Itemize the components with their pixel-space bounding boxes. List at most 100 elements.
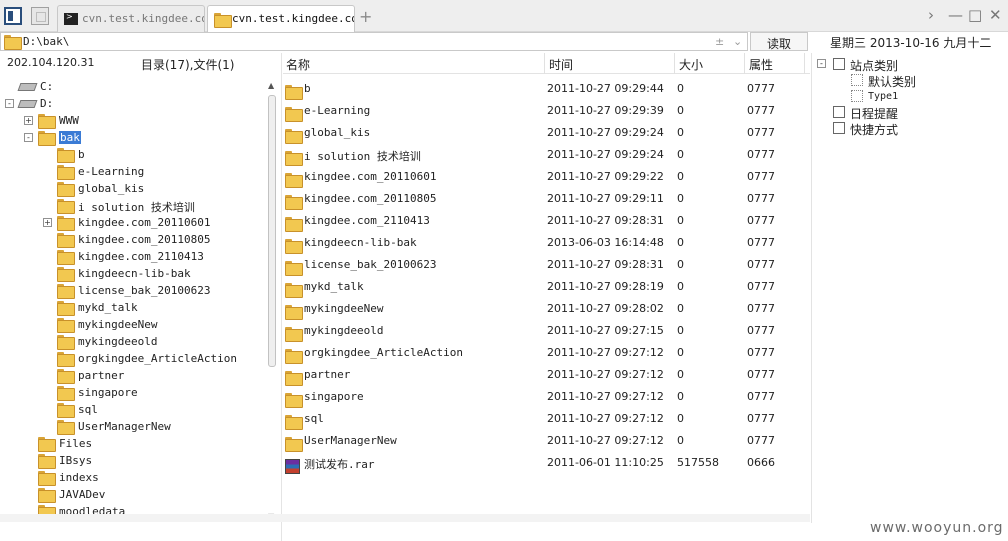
tree-item[interactable]: singapore <box>0 385 264 402</box>
category-item[interactable]: 日程提醒 <box>812 105 1002 121</box>
file-row[interactable]: 测试发布.rar 2011-06-01 11:10:25 517558 0666 <box>283 451 810 474</box>
file-row[interactable]: UserManagerNew 2011-10-27 09:27:12 0 0777 <box>283 429 810 452</box>
file-row[interactable]: license_bak_20100623 2011-10-27 09:28:31 0… <box>283 253 810 276</box>
file-row[interactable]: partner 2011-10-27 09:27:12 0 0777 <box>283 363 810 386</box>
category-item[interactable]: 快捷方式 <box>812 121 1002 137</box>
file-row[interactable]: e-Learning 2011-10-27 09:29:39 0 0777 <box>283 99 810 122</box>
tree-item[interactable]: C: <box>0 79 264 96</box>
minimize-icon[interactable]: — <box>948 6 963 24</box>
scroll-up-icon[interactable]: ▲ <box>268 81 274 90</box>
column-time[interactable]: 时间 <box>549 56 573 73</box>
collapse-icon[interactable]: - <box>5 99 14 108</box>
tree-item[interactable]: + WWW <box>0 113 264 130</box>
tree-item[interactable]: global_kis <box>0 181 264 198</box>
file-name: kingdeecn-lib-bak <box>304 236 417 249</box>
file-time: 2011-10-27 09:28:31 <box>547 258 664 271</box>
category-item[interactable]: - 站点类别 <box>812 57 1002 73</box>
tree-item-label: mykingdeeNew <box>78 318 158 331</box>
tree-item[interactable]: i solution 技术培训 <box>0 198 264 215</box>
tree-item[interactable]: JAVADev <box>0 487 264 504</box>
site-category-panel: - 站点类别 默认类别 Type1 日程提醒 快捷方式 <box>811 53 1008 523</box>
new-window-icon[interactable] <box>31 7 49 25</box>
folder-icon <box>38 488 56 504</box>
tree-item[interactable]: mykingdeeold <box>0 334 264 351</box>
tree-item[interactable]: e-Learning <box>0 164 264 181</box>
file-size: 517558 <box>677 456 719 469</box>
tree-item[interactable]: b <box>0 147 264 164</box>
tab-terminal[interactable]: cvn.test.kingdee.com <box>57 5 205 32</box>
tree-item[interactable]: license_bak_20100623 <box>0 283 264 300</box>
folder-icon <box>57 165 75 181</box>
column-size[interactable]: 大小 <box>679 56 703 73</box>
file-time: 2011-10-27 09:27:12 <box>547 412 664 425</box>
tree-item[interactable]: UserManagerNew <box>0 419 264 436</box>
tree-item[interactable]: - bak <box>0 130 264 147</box>
file-row[interactable]: singapore 2011-10-27 09:27:12 0 0777 <box>283 385 810 408</box>
tree-item[interactable]: sql <box>0 402 264 419</box>
horizontal-scrollbar[interactable] <box>0 514 810 522</box>
file-row[interactable]: mykd_talk 2011-10-27 09:28:19 0 0777 <box>283 275 810 298</box>
file-row[interactable]: orgkingdee_ArticleAction 2011-10-27 09:27… <box>283 341 810 364</box>
collapse-icon[interactable]: - <box>24 133 33 142</box>
tree-item[interactable]: mykd_talk <box>0 300 264 317</box>
maximize-icon[interactable]: □ <box>968 6 982 24</box>
tree-item[interactable]: indexs <box>0 470 264 487</box>
category-item[interactable]: 默认类别 <box>812 73 1002 89</box>
tree-item[interactable]: IBsys <box>0 453 264 470</box>
category-item[interactable]: Type1 <box>812 89 1002 105</box>
read-button[interactable]: 读取 <box>750 32 808 51</box>
folder-icon <box>57 403 75 419</box>
folder-icon <box>57 301 75 317</box>
file-list: 名称 时间 大小 属性 b 2011-10-27 09:29:44 0 0777 e-L… <box>283 53 810 523</box>
tab-file-manager[interactable]: cvn.test.kingdee.com <box>207 5 355 33</box>
tab-label: cvn.test.kingdee.com <box>82 12 205 25</box>
add-tab-icon[interactable]: + <box>359 7 372 26</box>
tree-item[interactable]: orgkingdee_ArticleAction <box>0 351 264 368</box>
scroll-thumb[interactable] <box>268 95 276 367</box>
app-menu-icon[interactable] <box>4 7 22 25</box>
tree-item-label: UserManagerNew <box>78 420 171 433</box>
tree-item[interactable]: Files <box>0 436 264 453</box>
column-name[interactable]: 名称 <box>286 56 310 73</box>
column-attr[interactable]: 属性 <box>749 56 773 73</box>
file-row[interactable]: kingdee.com_2110413 2011-10-27 09:28:31 0 0… <box>283 209 810 232</box>
file-row[interactable]: mykingdeeNew 2011-10-27 09:28:02 0 0777 <box>283 297 810 320</box>
folder-icon <box>57 182 75 198</box>
file-attr: 0777 <box>747 104 775 117</box>
path-input[interactable]: D:\bak\ ± ⌄ <box>0 32 748 51</box>
tree-item-label: b <box>78 148 85 161</box>
tree-item[interactable]: kingdee.com_20110805 <box>0 232 264 249</box>
tree-item[interactable]: kingdee.com_2110413 <box>0 249 264 266</box>
file-row[interactable]: kingdee.com_20110805 2011-10-27 09:29:11 0… <box>283 187 810 210</box>
file-row[interactable]: i solution 技术培训 2011-10-27 09:29:24 0 0777 <box>283 143 810 166</box>
file-time: 2013-06-03 16:14:48 <box>547 236 664 249</box>
close-icon[interactable]: ✕ <box>989 6 1002 24</box>
server-ip: 202.104.120.31 <box>7 56 95 69</box>
tree-item-label: global_kis <box>78 182 145 195</box>
file-row[interactable]: kingdee.com_20110601 2011-10-27 09:29:22 0… <box>283 165 810 188</box>
file-row[interactable]: mykingdeeold 2011-10-27 09:27:15 0 0777 <box>283 319 810 342</box>
file-time: 2011-10-27 09:28:31 <box>547 214 664 227</box>
chevron-down-icon[interactable]: ⌄ <box>733 35 742 48</box>
collapse-icon[interactable]: - <box>817 59 826 68</box>
file-row[interactable]: global_kis 2011-10-27 09:29:24 0 0777 <box>283 121 810 144</box>
folder-icon <box>57 148 75 164</box>
folder-icon <box>57 250 75 266</box>
file-row[interactable]: sql 2011-10-27 09:27:12 0 0777 <box>283 407 810 430</box>
tree-item-label: kingdee.com_20110601 <box>78 216 211 229</box>
expand-icon[interactable]: + <box>43 218 52 227</box>
tree-item[interactable]: + kingdee.com_20110601 <box>0 215 264 232</box>
expand-icon[interactable]: + <box>24 116 33 125</box>
tree-item[interactable]: mykingdeeNew <box>0 317 264 334</box>
tree-item-label: bak <box>59 131 81 144</box>
file-attr: 0777 <box>747 214 775 227</box>
tree-item[interactable]: kingdeecn-lib-bak <box>0 266 264 283</box>
file-row[interactable]: b 2011-10-27 09:29:44 0 0777 <box>283 77 810 100</box>
directory-tree: C: - D: + WWW - bak b e-Learning global_kisi solu… <box>0 74 264 518</box>
tree-scrollbar[interactable]: ▲ ▼ <box>266 81 278 521</box>
tree-item[interactable]: - D: <box>0 96 264 113</box>
chevron-right-icon[interactable]: › <box>928 6 934 24</box>
file-row[interactable]: kingdeecn-lib-bak 2013-06-03 16:14:48 0 077… <box>283 231 810 254</box>
pin-icon[interactable]: ± <box>715 35 724 48</box>
tree-item[interactable]: partner <box>0 368 264 385</box>
